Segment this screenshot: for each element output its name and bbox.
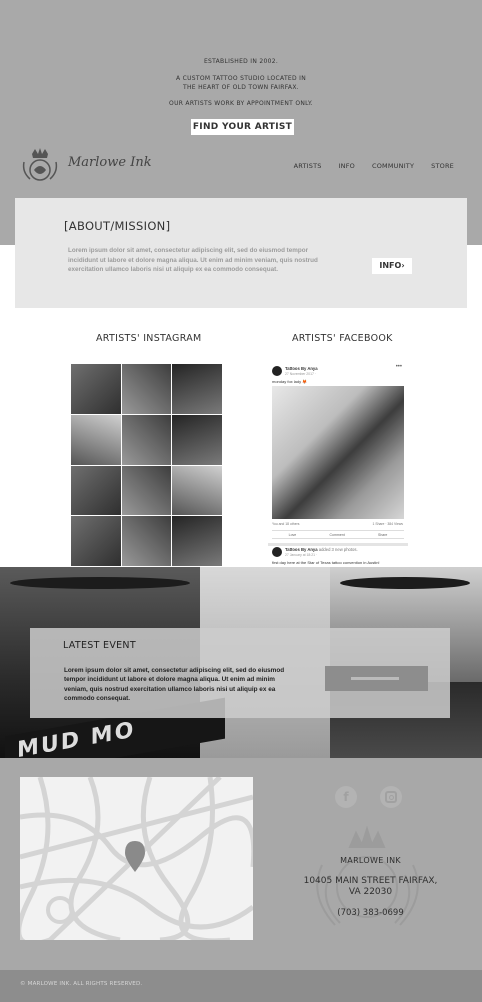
established-text: ESTABLISHED IN 2002. (203, 58, 279, 65)
main-nav: ARTISTS INFO COMMUNITY STORE (294, 162, 454, 170)
studio-description: A CUSTOM TATTOO STUDIO LOCATED IN THE HE… (176, 75, 306, 91)
instagram-photo[interactable] (172, 364, 222, 414)
crown-crest-logo-icon[interactable] (20, 148, 60, 184)
about-body: Lorem ipsum dolor sit amet, consectetur … (68, 247, 318, 274)
post-reactions[interactable]: You and 18 others (272, 522, 299, 526)
instagram-photo[interactable] (172, 465, 222, 516)
nav-item-store[interactable]: STORE (431, 162, 454, 170)
location-map[interactable] (20, 777, 253, 940)
love-button[interactable]: Love (289, 533, 297, 537)
share-button[interactable]: Share (378, 533, 387, 537)
post-actions: Love Comment Share (272, 530, 404, 539)
post-author[interactable]: Tattoos By Anya added 3 new photos. (285, 547, 358, 552)
button-label-placeholder (351, 677, 399, 680)
instagram-photo[interactable] (121, 516, 172, 566)
appointment-text: OUR ARTISTS WORK BY APPOINTMENT ONLY. (169, 100, 313, 107)
more-options-icon[interactable]: ••• (396, 364, 402, 370)
nav-item-artists[interactable]: ARTISTS (294, 162, 322, 170)
event-body: Lorem ipsum dolor sit amet, consectetur … (64, 667, 285, 702)
instagram-photo[interactable] (121, 414, 172, 465)
crowd-silhouette (340, 577, 470, 589)
post-author[interactable]: Tattoos By Anya (285, 366, 318, 371)
about-section: [ABOUT/MISSION] Lorem ipsum dolor sit am… (15, 198, 467, 308)
shop-name: MARLOWE INK (340, 856, 401, 865)
info-button[interactable]: INFO› (372, 258, 412, 274)
facebook-feed: Tattoos By Anya 27 November 2017 · ••• m… (268, 362, 408, 568)
latest-event-panel: LATEST EVENT Lorem ipsum dolor sit amet,… (30, 628, 450, 718)
comment-button[interactable]: Comment (330, 533, 345, 537)
about-title: [ABOUT/MISSION] (64, 219, 171, 233)
instagram-photo[interactable] (71, 414, 121, 465)
instagram-photo[interactable] (71, 516, 121, 566)
event-details-button[interactable] (325, 666, 428, 691)
hero-text: ESTABLISHED IN 2002. A CUSTOM TATTOO STU… (0, 58, 482, 107)
instagram-photo[interactable] (172, 414, 222, 465)
contact-info: MARLOWE INK 10405 MAIN STREET FAIRFAX, V… (298, 856, 443, 918)
nav-item-info[interactable]: INFO (339, 162, 355, 170)
find-artist-button[interactable]: FIND YOUR ARTIST (191, 119, 294, 135)
facebook-title: ARTISTS' FACEBOOK (292, 333, 393, 344)
post-text: monday fox lady 🦊 (272, 379, 308, 384)
brand-wordmark[interactable]: Marlowe Ink (68, 155, 152, 170)
instagram-photo[interactable] (71, 364, 121, 414)
copyright-text: © MARLOWE INK. ALL RIGHTS RESERVED. (20, 981, 143, 987)
instagram-grid (71, 364, 222, 566)
instagram-photo[interactable] (71, 465, 121, 516)
footer-bar: © MARLOWE INK. ALL RIGHTS RESERVED. (0, 970, 482, 1002)
instagram-photo[interactable] (121, 465, 172, 516)
address[interactable]: 10405 MAIN STREET FAIRFAX, VA 22030 (298, 876, 443, 898)
post-divider (268, 543, 408, 546)
avatar[interactable] (272, 547, 282, 557)
post-photo[interactable] (272, 386, 404, 519)
phone-number[interactable]: (703) 383-0699 (298, 908, 443, 918)
crowd-silhouette (10, 577, 190, 589)
instagram-photo[interactable] (172, 516, 222, 566)
nav-item-community[interactable]: COMMUNITY (372, 162, 414, 170)
facebook-icon[interactable]: f (335, 786, 357, 808)
instagram-title: ARTISTS' INSTAGRAM (96, 333, 202, 344)
post-text: first day here at the Star of Texas tatt… (272, 560, 380, 565)
post-shares[interactable]: 1 Share · 384 Views (373, 522, 403, 526)
post-date: 27 January at 18:21 · (285, 553, 318, 557)
instagram-icon[interactable] (380, 786, 402, 808)
post-date: 27 November 2017 · (285, 372, 316, 376)
event-title: LATEST EVENT (63, 640, 136, 651)
instagram-photo[interactable] (121, 364, 172, 414)
avatar[interactable] (272, 366, 282, 376)
